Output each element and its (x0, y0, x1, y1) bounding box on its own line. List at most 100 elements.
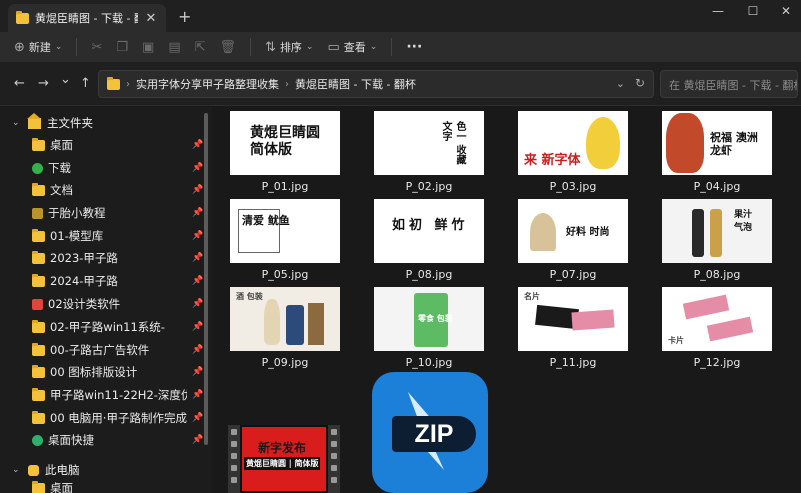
thumb-text: 卡片 (668, 335, 684, 345)
minimize-button[interactable]: — (708, 4, 728, 18)
file-thumbnail[interactable]: 清爱 鱿鱼 (230, 199, 340, 263)
file-name[interactable]: P_05.jpg (230, 268, 340, 281)
new-tab-button[interactable]: + (178, 7, 191, 26)
address-bar[interactable]: › 实用字体分享甲子路整理收集 › 黄焜臣睛图 - 下载 - 翻杯 ⌄ ↻ (98, 70, 654, 98)
bottle-image (692, 209, 704, 257)
new-button[interactable]: ⊕ 新建 ⌄ (14, 39, 62, 55)
pin-icon: 📌 (192, 390, 204, 400)
sidebar-item[interactable]: 00-子路古广告软件 📌 (32, 339, 204, 361)
sidebar-item-label: 00-子路古广告软件 (50, 343, 150, 357)
video-file-thumbnail[interactable]: 新字发布 黄焜巨睛圆 | 简体版 (228, 425, 340, 493)
chevron-down-icon[interactable]: ⌄ (12, 118, 22, 128)
pin-icon: 📌 (192, 208, 204, 218)
view-button[interactable]: ▭ 查看 ⌄ (327, 39, 377, 55)
sidebar-item[interactable]: 00 电脑用·甲子路制作完成 📌 (32, 407, 204, 429)
file-name[interactable]: P_04.jpg (662, 180, 772, 193)
sort-button[interactable]: ⇅ 排序 ⌄ (265, 39, 313, 55)
sidebar-scrollbar[interactable] (204, 113, 208, 445)
business-card-image (571, 309, 615, 331)
bottle-image (710, 209, 722, 257)
film-strip (328, 425, 340, 493)
thumb-text: 来 新字体 (524, 153, 581, 168)
pin-icon: 📌 (192, 345, 204, 355)
pin-icon: 📌 (192, 322, 204, 332)
up-button[interactable]: ↑ (80, 76, 91, 91)
sidebar-home[interactable]: ⌄ 主文件夹 (12, 112, 93, 131)
file-thumbnail[interactable]: 如初 鲜竹 (374, 199, 484, 263)
sidebar-this-pc[interactable]: ⌄ 此电脑 (12, 462, 80, 478)
file-name[interactable]: P_02.jpg (374, 180, 484, 193)
sidebar-item[interactable]: 00 图标排版设计 📌 (32, 361, 204, 383)
sidebar-item[interactable]: 2024-甲子路 📌 (32, 270, 204, 292)
pin-icon: 📌 (192, 413, 204, 423)
sidebar-item-label: 2024-甲子路 (50, 274, 118, 288)
file-thumbnail[interactable]: 卡片 (662, 287, 772, 351)
sidebar-item-pc-desktop[interactable]: 桌面 (32, 481, 204, 493)
folder-icon (32, 228, 45, 242)
sidebar-item-documents[interactable]: 文档 📌 (32, 179, 204, 201)
back-button[interactable]: ← (14, 76, 25, 91)
file-thumbnail[interactable]: 来 新字体 (518, 111, 628, 175)
sidebar-item[interactable]: 桌面快捷 📌 (32, 429, 204, 451)
pin-icon: 📌 (192, 140, 204, 150)
pin-icon: 📌 (192, 163, 204, 173)
refresh-button[interactable]: ↻ (635, 76, 645, 90)
chevron-down-icon: ⌄ (54, 42, 63, 52)
scissors-icon: ✂ (91, 39, 103, 55)
sidebar-item[interactable]: 甲子路win11-22H2-深度优化-03F 📌 (32, 384, 204, 406)
close-window-button[interactable]: ✕ (776, 4, 796, 18)
sidebar-item-downloads[interactable]: 下载 📌 (32, 157, 204, 179)
sort-label: 排序 (279, 41, 302, 54)
video-subtitle: 黄焜巨睛圆 | 简体版 (244, 457, 321, 470)
tab-close-button[interactable]: ✕ (144, 11, 158, 26)
sidebar-item[interactable]: 于胎小教程 📌 (32, 202, 204, 224)
divider (391, 38, 393, 56)
file-thumbnail[interactable]: 零食 包装 (374, 287, 484, 351)
sidebar-item[interactable]: 02-甲子路win11系统- 📌 (32, 316, 204, 338)
maximize-button[interactable]: ☐ (743, 4, 763, 18)
breadcrumb-segment[interactable]: 黄焜臣睛图 - 下载 - 翻杯 (295, 76, 416, 92)
file-name[interactable]: P_07.jpg (518, 268, 628, 281)
cut-button[interactable]: ✂ (91, 40, 102, 55)
copy-icon: ❐ (116, 39, 129, 55)
more-options-button[interactable]: ··· (406, 39, 422, 55)
sidebar-item[interactable]: 01-模型库 📌 (32, 225, 204, 247)
pin-icon: 📌 (192, 299, 204, 309)
file-name[interactable]: P_08.jpg (662, 268, 772, 281)
file-name[interactable]: P_01.jpg (230, 180, 340, 193)
file-name[interactable]: P_03.jpg (518, 180, 628, 193)
sidebar-item-label: 02-甲子路win11系统- (50, 320, 165, 334)
file-thumbnail[interactable]: 色一 收藏 文字 (374, 111, 484, 175)
chevron-down-icon[interactable]: ⌄ (616, 77, 625, 90)
active-tab[interactable]: 黄焜臣睛图 - 下载 - 翻杯 ✕ (8, 4, 166, 32)
chevron-down-icon[interactable]: ⌄ (12, 465, 22, 475)
file-thumbnail[interactable]: 黄焜巨睛圆 简体版 (230, 111, 340, 175)
search-input[interactable]: 在 黄焜臣睛图 - 下载 - 翻杯 中搜索 (660, 70, 798, 98)
computer-icon (28, 464, 39, 476)
zip-file-icon[interactable]: ZIP (372, 372, 488, 493)
sidebar-item-desktop[interactable]: 桌面 📌 (32, 134, 204, 156)
copy-button[interactable]: ❐ (116, 40, 128, 55)
sidebar-item[interactable]: 02设计类软件 📌 (32, 293, 204, 315)
file-thumbnail[interactable]: 祝福 澳洲龙虾 (662, 111, 772, 175)
file-name[interactable]: P_11.jpg (518, 356, 628, 369)
file-name[interactable]: P_09.jpg (230, 356, 340, 369)
forward-button[interactable]: → (38, 76, 49, 91)
sidebar-item[interactable]: 2023-甲子路 📌 (32, 247, 204, 269)
paste-button[interactable]: ▣ (142, 40, 154, 55)
recent-locations-button[interactable]: ⌄ (60, 72, 71, 87)
sidebar-item-label: 01-模型库 (50, 229, 104, 243)
file-name[interactable]: P_12.jpg (662, 356, 772, 369)
file-thumbnail[interactable]: 名片 (518, 287, 628, 351)
more-icon: ··· (406, 39, 423, 55)
rename-button[interactable]: ▤ (168, 40, 180, 55)
file-thumbnail[interactable]: 酒 包装 (230, 287, 340, 351)
share-button[interactable]: ⇱ (195, 40, 206, 55)
breadcrumb-segment[interactable]: 实用字体分享甲子路整理收集 (136, 76, 279, 92)
file-name[interactable]: P_10.jpg (374, 356, 484, 369)
file-thumbnail[interactable]: 好料 时尚 (518, 199, 628, 263)
file-thumbnail[interactable]: 果汁 气泡 (662, 199, 772, 263)
delete-button[interactable]: 🗑 (220, 40, 237, 55)
file-name[interactable]: P_08.jpg (374, 268, 484, 281)
sidebar-item-label: 桌面 (50, 481, 73, 493)
